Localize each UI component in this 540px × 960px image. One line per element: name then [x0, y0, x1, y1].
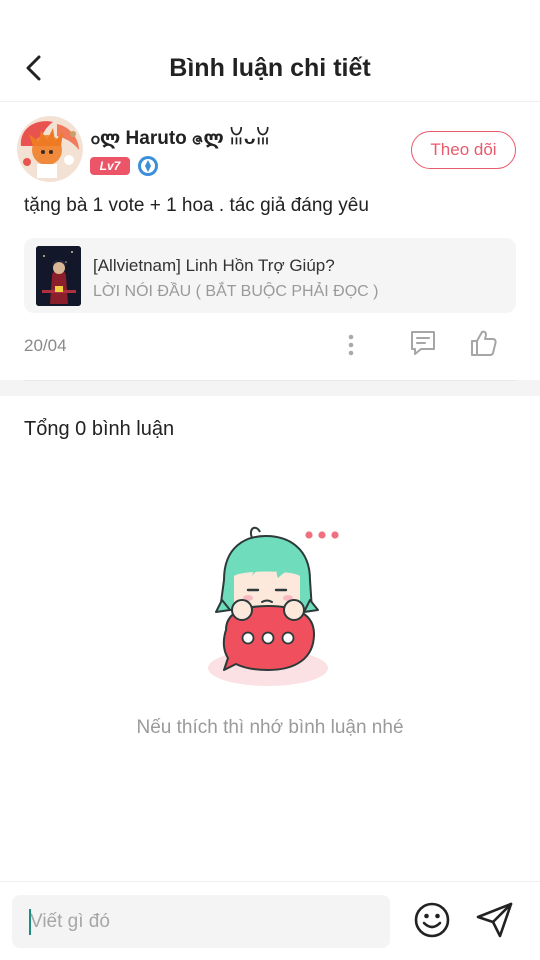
post-date: 20/04 — [24, 336, 67, 355]
like-button[interactable] — [468, 328, 498, 360]
story-cover-image — [36, 246, 81, 306]
story-title: [Allvietnam] Linh Hồn Trợ Giúp? — [93, 256, 335, 275]
page-title: Bình luận chi tiết — [169, 54, 371, 82]
thumbs-up-icon — [471, 330, 497, 356]
story-chapter: LỜI NÓI ĐẦU ( BẮT BUỘC PHẢI ĐỌC ) — [93, 283, 379, 300]
more-options-button[interactable] — [338, 330, 364, 360]
comment-input-bar — [0, 881, 540, 960]
comment-icon — [411, 331, 435, 355]
username[interactable]: ჿლ Haruto ဇლ ꈍᴗꈍ — [91, 124, 270, 154]
empty-comments-illustration — [196, 518, 346, 693]
level-badge: Lv7 — [90, 157, 130, 175]
post-text: tặng bà 1 vote + 1 hoa . tác giả đáng yê… — [24, 195, 369, 216]
text-caret — [29, 909, 31, 935]
empty-comments-message: Nếu thích thì nhớ bình luận nhé — [136, 717, 404, 738]
header: Bình luận chi tiết — [0, 0, 540, 102]
more-vertical-icon — [348, 334, 354, 356]
comment-count: Tổng 0 bình luận — [24, 418, 175, 440]
emoji-button[interactable] — [412, 900, 452, 940]
comment-detail-screen: Bình luận chi tiết ჿლ Haruto ဇლ ꈍᴗꈍ Lv7 … — [0, 0, 540, 960]
section-separator — [0, 380, 540, 396]
comment-input[interactable] — [12, 895, 390, 948]
smiley-icon — [414, 902, 450, 938]
send-button[interactable] — [474, 900, 516, 940]
reply-button[interactable] — [408, 328, 438, 360]
story-card[interactable]: [Allvietnam] Linh Hồn Trợ Giúp? LỜI NÓI … — [24, 238, 516, 313]
follow-button[interactable]: Theo dõi — [411, 131, 516, 169]
send-icon — [476, 902, 513, 938]
avatar[interactable] — [17, 116, 83, 182]
rank-badge-icon — [137, 155, 159, 177]
